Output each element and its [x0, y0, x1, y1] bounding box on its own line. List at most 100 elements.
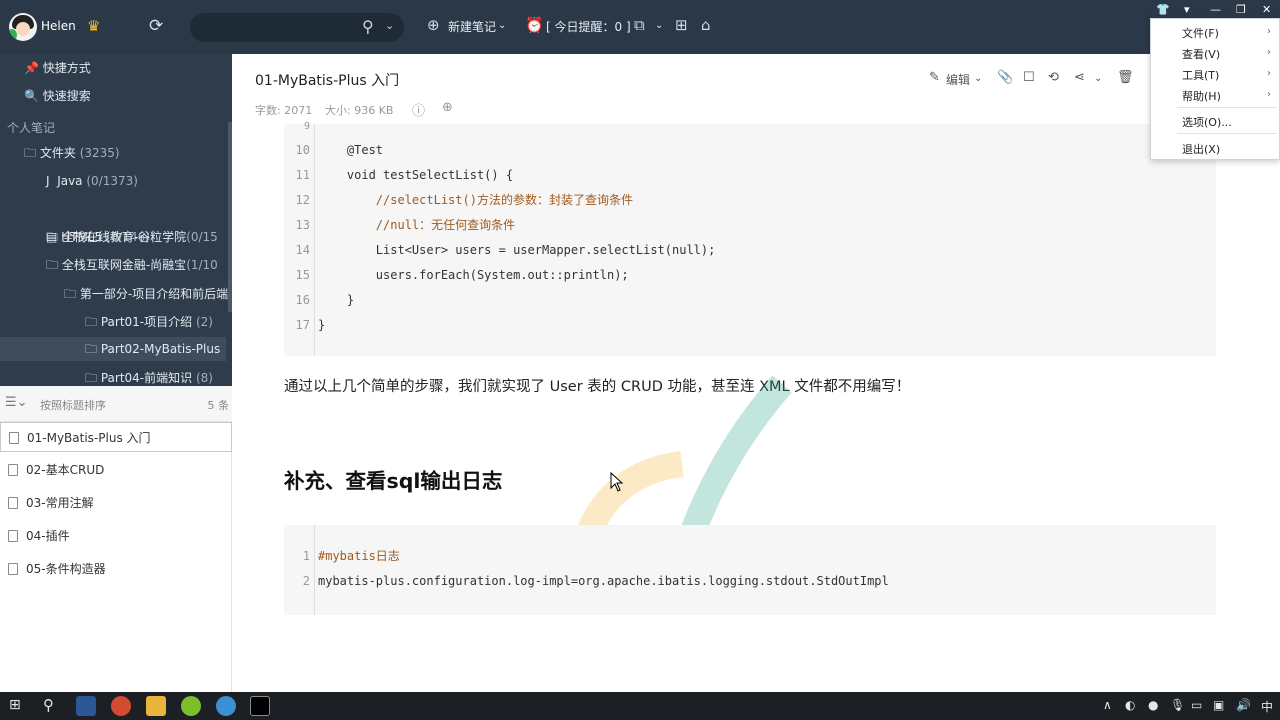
search-icon[interactable]: ⚲	[362, 17, 374, 36]
file-explorer-icon[interactable]	[146, 696, 166, 716]
note-title[interactable]: 01-MyBatis-Plus 入门	[255, 70, 399, 90]
section-heading[interactable]: 补充、查看sql输出日志	[284, 464, 502, 494]
folder-icon: 🗀	[85, 315, 98, 329]
menu-item-options[interactable]: 选项(O)...	[1182, 114, 1232, 130]
tray-app-icon[interactable]: ◐	[1125, 698, 1135, 712]
menu-divider	[1177, 107, 1277, 108]
sidebar-item-part02[interactable]: 🗀 Part02-MyBatis-Plus	[0, 337, 226, 361]
reminder-status[interactable]: [ 今日提醒：0 ]	[546, 18, 631, 35]
code-line: @Test	[318, 143, 384, 157]
list-item[interactable]: 04-插件	[0, 521, 232, 551]
search-icon[interactable]: ⚲	[43, 696, 54, 714]
chevron-right-icon: ›	[1267, 68, 1271, 79]
edit-button[interactable]: 编辑	[946, 71, 970, 88]
code-block[interactable]: 9 10 @Test 11 void testSelectList() { 12…	[284, 121, 1216, 356]
folder-icon: 🗀	[85, 342, 98, 356]
chrome-app-icon[interactable]	[111, 696, 131, 716]
code-line: }	[318, 318, 326, 332]
chevron-right-icon: ›	[1267, 47, 1271, 58]
alarm-clock-icon[interactable]: ⏰	[525, 16, 544, 34]
menu-divider	[1177, 133, 1277, 134]
line-number: 11	[295, 168, 310, 182]
menu-item-help[interactable]: 帮助(H)	[1182, 88, 1221, 104]
section-label-personal-notes: 个人笔记	[7, 121, 56, 135]
chevron-down-icon[interactable]: ⌄	[974, 73, 982, 84]
username[interactable]: Helen	[41, 19, 76, 33]
line-number: 17	[295, 318, 310, 332]
sidebar-item-shortcuts[interactable]: 📌 快捷方式	[24, 56, 91, 80]
chevron-right-icon: ›	[1267, 26, 1271, 37]
menu-item-exit[interactable]: 退出(X)	[1182, 141, 1220, 157]
sort-dropdown[interactable]: 按照标题排序	[40, 397, 106, 413]
close-icon[interactable]: ✕	[1262, 3, 1271, 16]
sidebar-item-shangrongbao[interactable]: 🗀 全栈互联网金融-尚融宝(1/10	[46, 253, 218, 277]
chevron-down-icon[interactable]: ⌄	[1094, 73, 1102, 84]
code-gutter	[314, 525, 315, 615]
ime-indicator[interactable]: 中	[1261, 698, 1273, 715]
attachment-icon[interactable]: 📎	[997, 70, 1013, 85]
folder-icon: 🗀	[46, 258, 59, 272]
vip-crown-icon: ♛	[87, 17, 101, 35]
microphone-icon[interactable]: 🎙	[1170, 698, 1185, 712]
chevron-down-icon[interactable]: ⌄	[385, 19, 394, 32]
comment-icon[interactable]: ☐	[1023, 70, 1035, 85]
chevron-down-icon[interactable]: ⌄	[498, 20, 506, 31]
tray-notes-icon[interactable]: ●	[1148, 698, 1158, 712]
user-avatar[interactable]	[9, 13, 37, 41]
sidebar-item-guli[interactable]: 🗀 全栈在线教育-谷粒学院(0/15	[46, 225, 218, 249]
volume-icon[interactable]: 🔊	[1236, 698, 1251, 712]
sidebar-item-part04[interactable]: 🗀 Part04-前端知识 (8)	[85, 366, 213, 386]
tray-expand-icon[interactable]: ∧	[1103, 698, 1112, 712]
code-line: mybatis-plus.configuration.log-impl=org.…	[318, 574, 889, 588]
note-list-header: ☰⌄ 按照标题排序 5 条	[0, 386, 232, 422]
home-icon[interactable]: ⌂	[701, 16, 711, 34]
new-note-plus-icon[interactable]: ⊕	[427, 16, 440, 34]
sidebar-item-quick-search[interactable]: 🔍 快速搜索	[24, 84, 91, 108]
new-note-button[interactable]: 新建笔记	[448, 18, 496, 35]
list-item[interactable]: 03-常用注解	[0, 488, 232, 518]
history-icon[interactable]: ⟲	[1048, 70, 1059, 85]
sidebar-item-java[interactable]: J Java (0/1373)	[46, 169, 138, 193]
trash-icon[interactable]: 🗑	[1117, 70, 1134, 85]
line-number: 9	[303, 121, 310, 132]
list-view-icon[interactable]: ☰⌄	[5, 395, 28, 410]
battery-icon[interactable]: ▭	[1191, 698, 1202, 712]
share-icon[interactable]: ⋖	[1074, 70, 1085, 85]
menu-dropdown-icon[interactable]: ▾	[1184, 3, 1190, 16]
browser-app-icon[interactable]	[216, 696, 236, 716]
menu-item-tools[interactable]: 工具(T)	[1182, 67, 1219, 83]
line-number: 13	[295, 218, 310, 232]
sidebar-item-part-one[interactable]: 🗀 第一部分-项目介绍和前后端	[64, 282, 228, 306]
chevron-down-icon[interactable]: ⌄	[655, 20, 663, 31]
add-circle-icon[interactable]: ⊕	[442, 100, 453, 115]
grid-apps-icon[interactable]: ⊞	[675, 16, 688, 34]
note-count: 5 条	[207, 399, 230, 412]
sidebar-item-folder-root[interactable]: 🗀 文件夹 (3235)	[24, 141, 120, 165]
screenshot-icon[interactable]: ⧉	[634, 16, 645, 34]
folder-icon: 🗀	[64, 287, 77, 301]
list-item[interactable]: 05-条件构造器	[0, 554, 232, 584]
sidebar-item-part01[interactable]: 🗀 Part01-项目介绍 (2)	[85, 310, 213, 334]
menu-item-view[interactable]: 查看(V)	[1182, 46, 1220, 62]
intellij-app-icon[interactable]	[250, 696, 270, 716]
code-gutter	[314, 124, 315, 356]
code-block[interactable]: 1 #mybatis日志 2 mybatis-plus.configuratio…	[284, 525, 1216, 615]
menu-item-file[interactable]: 文件(F)	[1182, 25, 1219, 41]
code-line: void testSelectList() {	[318, 168, 514, 182]
info-icon[interactable]: ⓘ	[412, 100, 425, 119]
top-bar: Helen ♛ ⟳ ⚲ ⌄ ⊕ 新建笔记 ⌄ ⏰ [ 今日提醒：0 ] ⧉ ⌄ …	[0, 0, 1280, 54]
skin-icon[interactable]: 👕	[1156, 3, 1170, 16]
restore-icon[interactable]: ❐	[1236, 3, 1246, 16]
word-app-icon[interactable]	[76, 696, 96, 716]
network-icon[interactable]: ▣	[1213, 698, 1224, 712]
sync-icon[interactable]: ⟳	[149, 16, 163, 36]
minimize-icon[interactable]: —	[1210, 3, 1221, 16]
folder-icon: 🗀	[46, 230, 59, 244]
search-box[interactable]: ⚲ ⌄	[190, 13, 404, 42]
note-list: 01-MyBatis-Plus 入门 02-基本CRUD 03-常用注解 04-…	[0, 422, 232, 692]
notes-app-icon[interactable]	[181, 696, 201, 716]
edit-icon[interactable]: ✎	[929, 70, 940, 85]
list-item[interactable]: 01-MyBatis-Plus 入门	[0, 422, 232, 452]
list-item[interactable]: 02-基本CRUD	[0, 455, 232, 485]
windows-start-icon[interactable]: ⊞	[9, 697, 21, 713]
